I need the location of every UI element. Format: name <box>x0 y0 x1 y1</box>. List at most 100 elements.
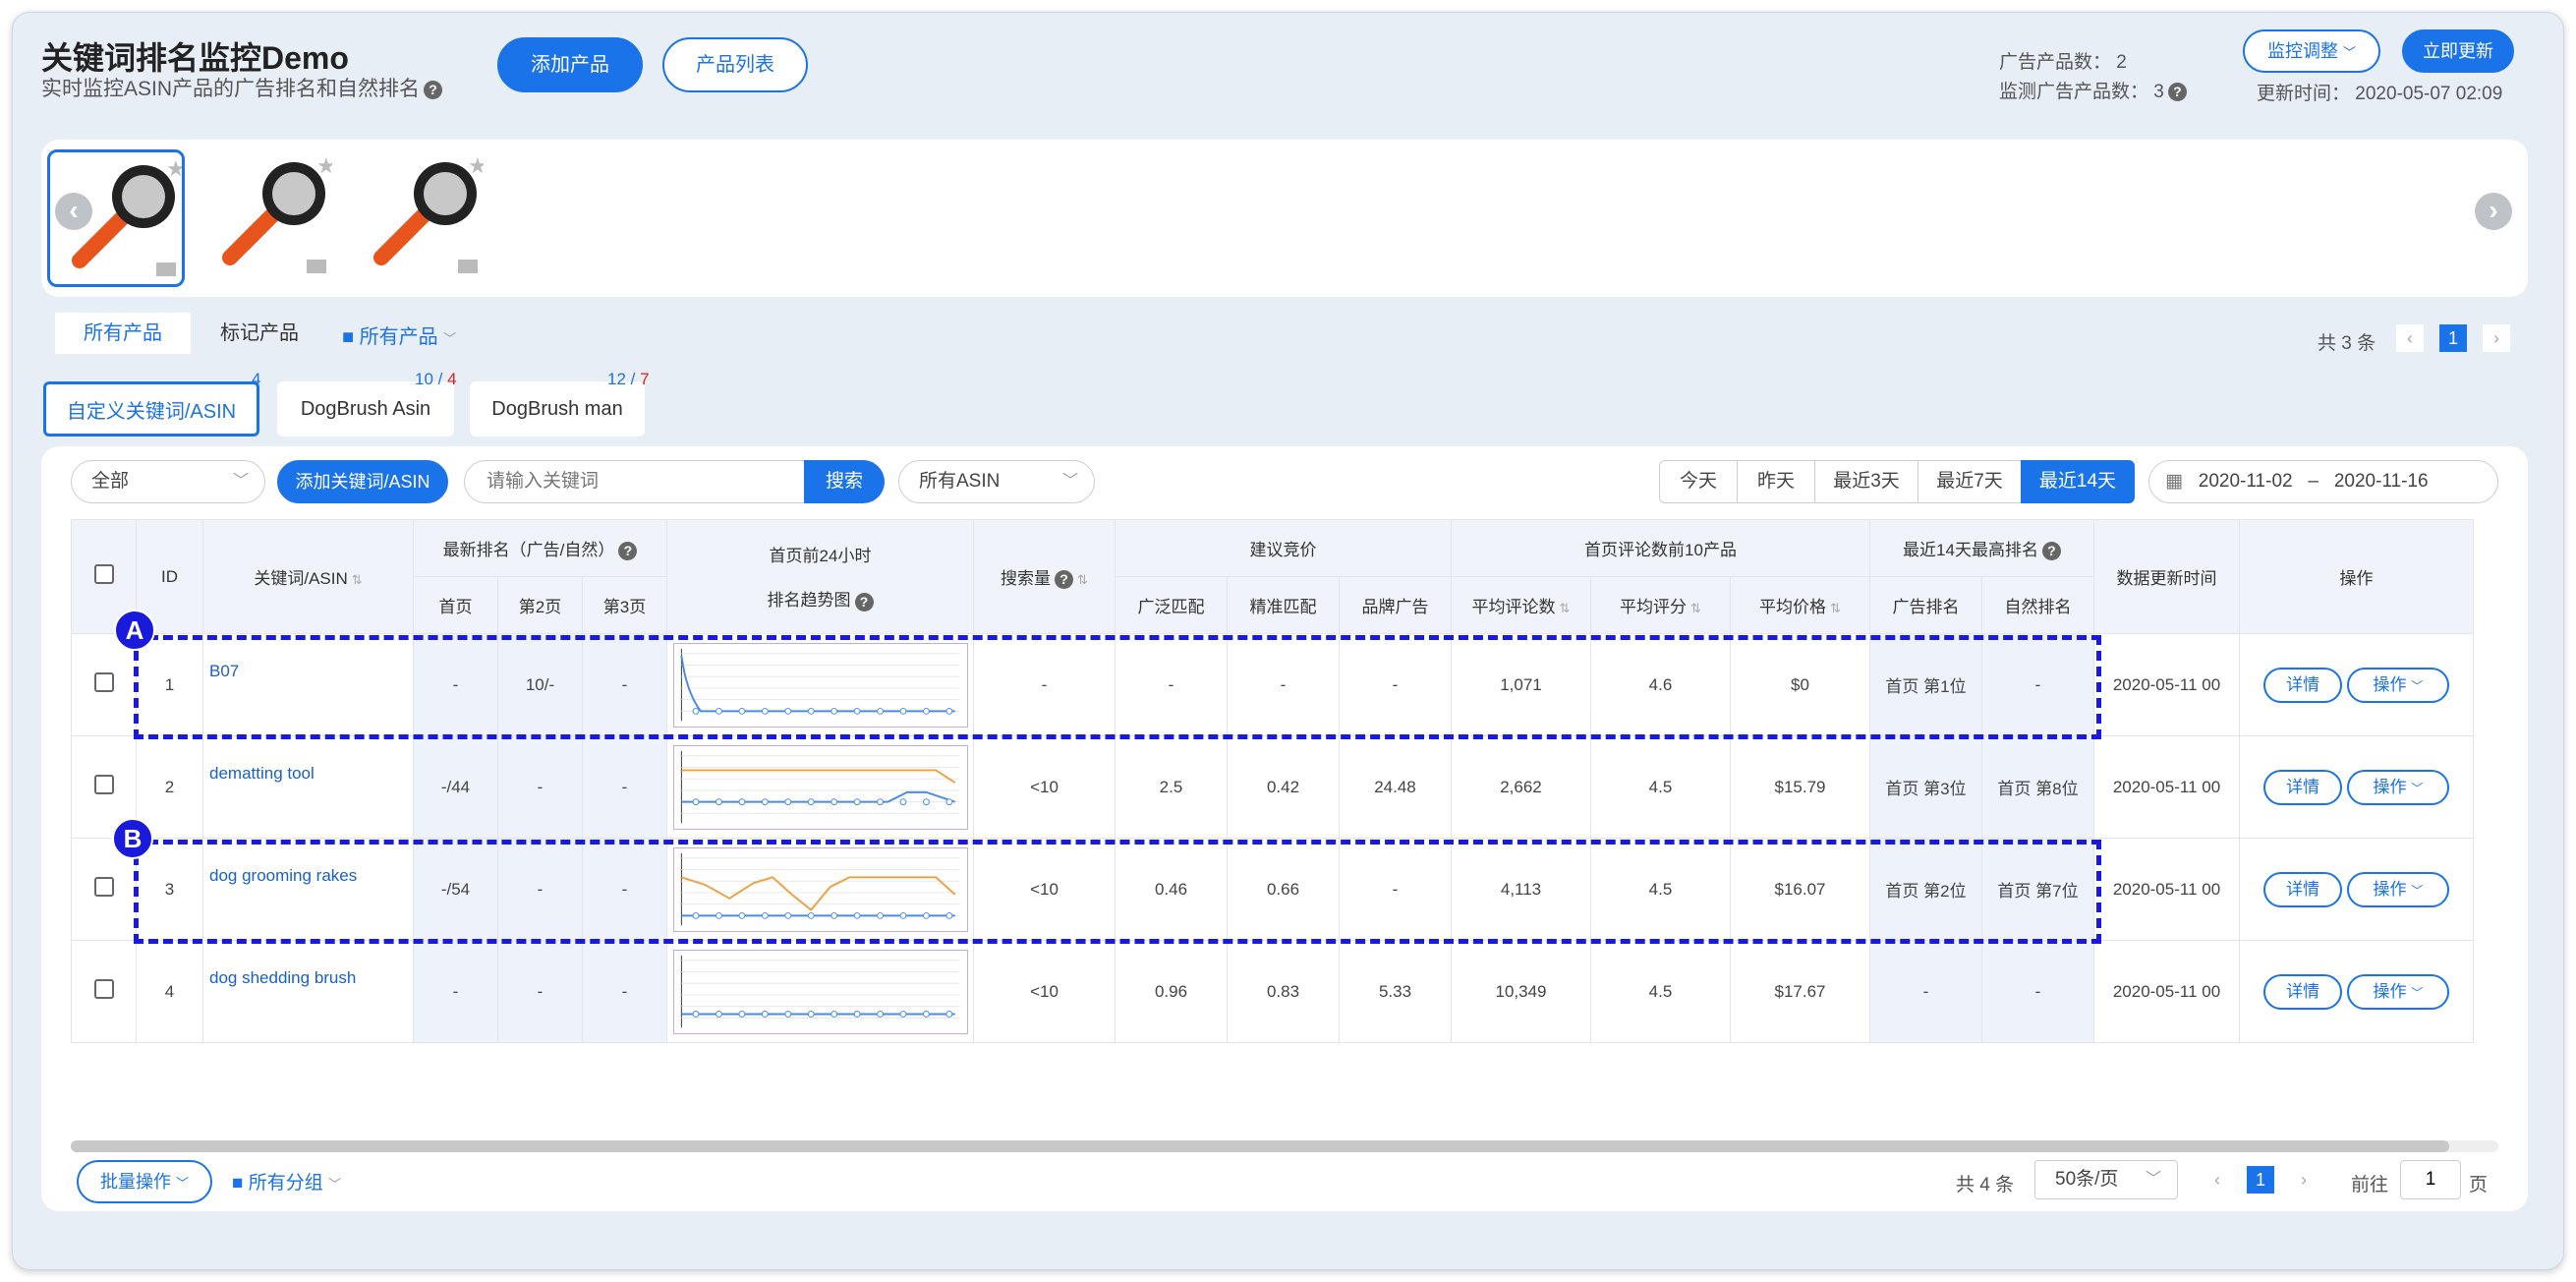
help-icon[interactable]: ? <box>1055 570 1074 589</box>
page-size-select[interactable]: 50条/页 ﹀ <box>2034 1160 2178 1199</box>
ktab-dogbrush-asin[interactable]: DogBrush Asin <box>277 381 454 437</box>
search-volume: <10 <box>973 940 1116 1043</box>
asin-select-value: 所有ASIN <box>919 471 1001 492</box>
col-price[interactable]: 平均价格 ⇅ <box>1730 576 1870 634</box>
tab-all-products[interactable]: 所有产品 <box>55 313 191 354</box>
select-all-checkbox[interactable] <box>93 564 114 584</box>
range-7days[interactable]: 最近7天 <box>1918 460 2022 503</box>
folder-filter-label: 所有产品 <box>359 326 438 348</box>
folder-icon[interactable] <box>156 262 176 276</box>
product-list-button[interactable]: 产品列表 <box>662 37 808 92</box>
ad-product-count: 广告产品数： 2 <box>1999 47 2127 74</box>
next-page-icon[interactable]: › <box>2483 324 2510 352</box>
scrollbar-thumb[interactable] <box>71 1140 2449 1152</box>
sort-icon[interactable]: ⇅ <box>1077 572 1088 587</box>
row-checkbox[interactable] <box>93 775 114 794</box>
sort-icon[interactable]: ⇅ <box>1690 601 1701 615</box>
rank-trend-sparkline[interactable] <box>672 744 968 830</box>
keyword-link[interactable]: dog shedding brush <box>202 940 414 1043</box>
operate-dropdown[interactable]: 操作 ﹀ <box>2346 667 2449 703</box>
bid-exact: 0.42 <box>1227 735 1340 839</box>
col-top10: 首页评论数前10产品 <box>1451 519 1870 577</box>
folder-filter[interactable]: ■ 所有产品 ﹀ <box>342 320 456 349</box>
star-icon[interactable]: ★ <box>316 153 336 178</box>
star-icon[interactable]: ★ <box>468 153 487 178</box>
operate-dropdown[interactable]: 操作 ﹀ <box>2346 973 2449 1010</box>
carousel-next-icon[interactable]: › <box>2475 193 2512 230</box>
keyword-search-input[interactable] <box>464 460 808 503</box>
help-icon[interactable]: ? <box>424 80 443 99</box>
row-id: 4 <box>136 940 203 1043</box>
prev-page-icon[interactable]: ‹ <box>2396 324 2424 352</box>
help-icon[interactable]: ? <box>2167 83 2187 102</box>
col-rating[interactable]: 平均评分 ⇅ <box>1590 576 1731 634</box>
help-icon[interactable]: ? <box>854 592 874 612</box>
product-thumb[interactable]: ★ <box>200 149 338 287</box>
operate-dropdown[interactable]: 操作 ﹀ <box>2346 871 2449 907</box>
page-number[interactable]: 1 <box>2247 1166 2274 1194</box>
add-product-button[interactable]: 添加产品 <box>497 37 643 92</box>
bid-broad: 0.96 <box>1115 940 1228 1043</box>
tab-marked-products[interactable]: 标记产品 <box>193 313 326 354</box>
ktab-badge: 4 <box>252 370 261 388</box>
date-from: 2020-11-02 <box>2198 471 2293 492</box>
range-14days[interactable]: 最近14天 <box>2021 460 2135 503</box>
date-range-picker[interactable]: ▦ 2020-11-02 – 2020-11-16 <box>2148 460 2498 503</box>
detail-button[interactable]: 详情 <box>2263 973 2343 1010</box>
group-filter-label: 所有分组 <box>248 1173 323 1194</box>
sort-icon[interactable]: ⇅ <box>1560 601 1571 615</box>
range-3days[interactable]: 最近3天 <box>1814 460 1918 503</box>
col-keyword[interactable]: 关键词/ASIN ⇅ <box>202 519 414 634</box>
rank-trend-sparkline[interactable] <box>672 642 968 728</box>
col-broad: 广泛匹配 <box>1115 576 1228 634</box>
help-icon[interactable]: ? <box>2041 542 2061 560</box>
ktab-custom[interactable]: 自定义关键词/ASIN <box>43 381 259 437</box>
asin-select[interactable]: 所有ASIN ﹀ <box>898 460 1095 503</box>
range-yesterday[interactable]: 昨天 <box>1737 460 1815 503</box>
row-checkbox[interactable] <box>93 877 114 897</box>
monitor-adjust-button[interactable]: 监控调整 ﹀ <box>2243 29 2380 73</box>
star-icon[interactable]: ★ <box>166 156 186 181</box>
search-button[interactable]: 搜索 <box>804 460 885 503</box>
sort-icon[interactable]: ⇅ <box>352 572 363 587</box>
update-now-button[interactable]: 立即更新 <box>2402 29 2514 73</box>
keyword-link[interactable]: B07 <box>202 633 414 736</box>
detail-button[interactable]: 详情 <box>2263 871 2343 907</box>
detail-button[interactable]: 详情 <box>2263 667 2343 703</box>
rank-page3: - <box>582 735 667 839</box>
carousel-prev-icon[interactable]: ‹ <box>55 193 92 230</box>
sort-icon[interactable]: ⇅ <box>1830 601 1841 615</box>
batch-ops-button[interactable]: 批量操作 ﹀ <box>77 1160 212 1203</box>
table-row: 1 B07-10/- - - - - -1,071 4.6 $0 首页 第1位 -2020-05-1… <box>71 633 2474 736</box>
ktab-dogbrush-man[interactable]: DogBrush man <box>470 381 645 437</box>
keyword-link[interactable]: dog grooming rakes <box>202 838 414 941</box>
prev-page-icon[interactable]: ‹ <box>2204 1166 2231 1194</box>
rank-trend-sparkline[interactable] <box>672 949 968 1034</box>
detail-button[interactable]: 详情 <box>2263 769 2343 805</box>
chevron-down-icon: ﹀ <box>1061 473 1078 490</box>
product-thumb[interactable]: ★ <box>352 149 489 287</box>
avg-rating: 4.5 <box>1590 838 1731 941</box>
row-checkbox[interactable] <box>93 979 114 999</box>
col-reviews[interactable]: 平均评论数 ⇅ <box>1451 576 1591 634</box>
help-icon[interactable]: ? <box>618 542 638 560</box>
folder-icon[interactable] <box>458 260 478 273</box>
best-ad-rank: 首页 第3位 <box>1869 735 1982 839</box>
range-today[interactable]: 今天 <box>1659 460 1738 503</box>
scope-select[interactable]: 全部 ﹀ <box>71 460 265 503</box>
annotation-b: B <box>112 818 153 859</box>
folder-icon[interactable] <box>307 260 326 273</box>
best-natural-rank: - <box>1981 940 2094 1043</box>
group-filter[interactable]: ■ 所有分组 ﹀ <box>232 1168 341 1195</box>
table-row: 2 dematting tool -/44- - <10 2.5 0.42 24.48 2,66… <box>71 735 2474 839</box>
rank-trend-sparkline[interactable] <box>672 846 968 932</box>
page-number[interactable]: 1 <box>2439 324 2467 352</box>
row-checkbox[interactable] <box>93 672 114 692</box>
operate-dropdown[interactable]: 操作 ﹀ <box>2346 769 2449 805</box>
keyword-link[interactable]: dematting tool <box>202 735 414 839</box>
horizontal-scrollbar[interactable] <box>71 1140 2498 1152</box>
next-page-icon[interactable]: › <box>2290 1166 2318 1194</box>
goto-page-input[interactable] <box>2400 1160 2461 1199</box>
add-keyword-button[interactable]: 添加关键词/ASIN <box>277 460 448 503</box>
bid-exact: - <box>1227 633 1340 736</box>
